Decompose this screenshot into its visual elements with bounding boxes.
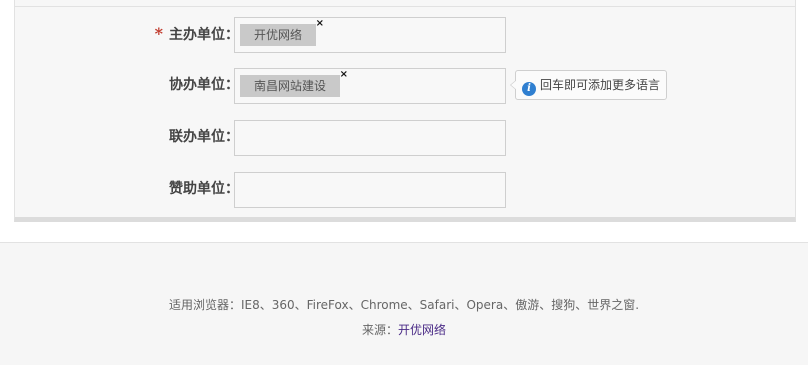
page-footer: 适用浏览器：IE8、360、FireFox、Chrome、Safari、Oper… xyxy=(0,242,808,365)
source-link[interactable]: 开优网络 xyxy=(398,323,446,337)
tag-item: 开优网络 × xyxy=(240,18,324,46)
field-label-co-organizer: 协办单位： xyxy=(169,77,239,93)
tag-remove-icon[interactable]: × xyxy=(340,69,348,81)
source-line: 来源：开优网络 xyxy=(0,321,808,338)
field-row-co-organizer: 协办单位： 南昌网站建设 × i 回车即可添加更多语言 xyxy=(15,67,797,104)
tag-input-host[interactable]: 开优网络 × xyxy=(234,17,506,53)
browser-support-text: 适用浏览器：IE8、360、FireFox、Chrome、Safari、Oper… xyxy=(168,298,640,312)
tag-remove-icon[interactable]: × xyxy=(316,18,324,30)
field-row-sponsor: 赞助单位： xyxy=(15,171,797,208)
required-mark: * xyxy=(154,24,163,43)
hint-tooltip: i 回车即可添加更多语言 xyxy=(509,70,668,100)
field-label-host: * 主办单位： xyxy=(154,24,239,43)
tag-input-joint-organizer[interactable] xyxy=(234,120,506,156)
field-row-joint-organizer: 联办单位： xyxy=(15,119,797,156)
tag-item: 南昌网站建设 × xyxy=(240,69,348,97)
tag-input-sponsor[interactable] xyxy=(234,172,506,208)
field-label-sponsor: 赞助单位： xyxy=(169,181,239,197)
info-icon: i xyxy=(522,82,536,96)
source-label: 来源： xyxy=(361,323,398,337)
tag-input-co-organizer[interactable]: 南昌网站建设 × xyxy=(234,68,506,104)
field-label-joint-organizer: 联办单位： xyxy=(169,129,239,145)
field-row-host: * 主办单位： 开优网络 × xyxy=(15,16,797,53)
form-panel: * 主办单位： 开优网络 × 协办单位： 南昌网站建设 × i 回车即可添加更多语言… xyxy=(14,0,796,222)
